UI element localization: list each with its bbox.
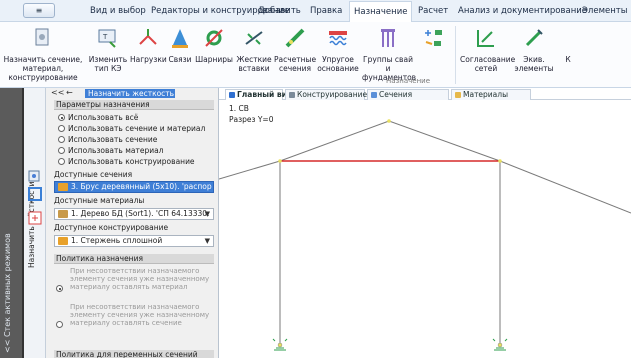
panel-back-button[interactable]: <<	[51, 88, 64, 97]
option-use-all[interactable]: Использовать всё	[58, 113, 138, 122]
design-select[interactable]: 1. Стержень сплошной ▼	[54, 235, 214, 247]
option-section-material[interactable]: Использовать сечение и материал	[58, 124, 205, 133]
radio	[56, 285, 63, 292]
wood-material-icon	[58, 210, 68, 218]
menu-view-select[interactable]: Вид и выбор	[90, 0, 146, 22]
design-label: Доступное конструирование	[54, 223, 169, 232]
menu-analysis[interactable]: Анализ и документирование	[458, 0, 587, 22]
policy-section-header: Политика назначения	[54, 254, 214, 264]
elastic-foundation-button[interactable]: Упругое основание	[316, 22, 360, 88]
policy-keep-section-text: При несоответствии назначаемого элементу…	[70, 303, 210, 327]
assign-panel: << ← Назначить жесткость Параметры назна…	[46, 88, 219, 358]
right-rafter[interactable]	[388, 120, 501, 162]
supports-icon	[172, 29, 188, 48]
supports-button[interactable]: Связи	[166, 22, 194, 88]
hinges-button[interactable]: Шарниры	[194, 22, 234, 88]
loads-button[interactable]: Нагрузки	[130, 22, 167, 88]
frame-icon[interactable]	[27, 186, 43, 202]
radio	[56, 321, 63, 328]
solid-rod-icon	[58, 237, 68, 245]
frame-drawing[interactable]	[219, 88, 631, 358]
option-design[interactable]: Использовать конструирование	[58, 157, 195, 166]
chevron-down-icon[interactable]: ▼	[205, 209, 210, 219]
menu-edit[interactable]: Правка	[310, 0, 342, 22]
stiffness-icon[interactable]	[27, 168, 43, 184]
mesh-matching-button[interactable]: Согласование сетей	[460, 22, 515, 88]
material-select[interactable]: 1. Дерево БД (Sort1). 'СП 64.13330. ▼	[54, 208, 214, 220]
rigid-inserts-button[interactable]: Жесткие вставки	[234, 22, 274, 88]
change-fe-type-icon: T	[98, 29, 116, 48]
menu-add[interactable]: Добавить	[258, 0, 301, 22]
ribbon: Назначить сечение, материал, конструиров…	[0, 22, 631, 88]
menu-assign[interactable]: Назначение	[349, 1, 413, 23]
panel-header: << ← Назначить жесткость	[46, 88, 218, 99]
policy-keep-material-text: При несоответствии назначаемого элементу…	[70, 267, 210, 291]
small-tools-icon	[425, 30, 442, 46]
active-modes-label: << Стек активных режимов	[3, 233, 12, 353]
radio	[58, 125, 65, 132]
active-modes-stack[interactable]: << Стек активных режимов	[0, 88, 24, 358]
menu-bar: ≡ Вид и выбор Редакторы и конструировани…	[0, 0, 631, 23]
equiv-elements-button[interactable]: Экив. элементы	[514, 22, 554, 88]
pile-groups-icon	[381, 29, 395, 47]
section-select[interactable]: 3. Брус деревянный (5x10). 'распор	[54, 181, 214, 193]
menu-calc[interactable]: Расчет	[418, 0, 448, 22]
policy-keep-material[interactable]	[56, 284, 66, 293]
rigid-inserts-icon	[245, 31, 263, 45]
radio	[58, 147, 65, 154]
left-rafter[interactable]	[279, 120, 390, 162]
materials-label: Доступные материалы	[54, 196, 145, 205]
app-menu-button[interactable]: ≡	[23, 3, 55, 18]
mesh-matching-icon	[477, 30, 494, 47]
menu-elements[interactable]: Элементы	[582, 0, 627, 22]
svg-text:T: T	[102, 33, 108, 41]
loads-icon	[139, 29, 157, 45]
assign-section-icon	[35, 28, 49, 46]
design-sections-button[interactable]: Расчетные сечения	[274, 22, 316, 88]
design-sections-icon	[285, 28, 305, 48]
option-section[interactable]: Использовать сечение	[58, 135, 157, 144]
sections-label: Доступные сечения	[54, 170, 133, 179]
timber-section-icon	[58, 183, 68, 191]
ribbon-separator	[455, 26, 456, 84]
params-section-header: Параметры назначения	[54, 100, 214, 110]
elastic-foundation-icon	[329, 31, 347, 46]
panel-title-chip: Назначить жесткость	[85, 89, 175, 98]
equiv-elements-icon	[525, 29, 543, 47]
more-button[interactable]: К	[556, 22, 580, 88]
node[interactable]	[498, 159, 502, 163]
node[interactable]	[278, 159, 282, 163]
model-view-area[interactable]: Главный вид Конструирование Сечения Мате…	[219, 88, 631, 358]
change-fe-type-button[interactable]: T Изменить тип КЭ	[88, 22, 128, 88]
right-eave-line	[499, 160, 631, 214]
settings-icon[interactable]	[27, 210, 43, 226]
node[interactable]	[387, 119, 391, 123]
mode-toolbar: Назначить жёсткости	[24, 88, 46, 358]
panel-nav-arrow[interactable]: ←	[66, 88, 73, 97]
policy2-section-header: Политика для переменных сечений	[54, 350, 214, 358]
hinges-icon	[205, 29, 223, 47]
chevron-down-icon[interactable]: ▼	[205, 236, 210, 246]
radio	[58, 158, 65, 165]
option-material[interactable]: Использовать материал	[58, 146, 163, 155]
radio	[58, 114, 65, 121]
policy-keep-section[interactable]	[56, 320, 66, 329]
left-eave-line	[219, 160, 281, 180]
radio	[58, 136, 65, 143]
ribbon-group-label: Назначение	[386, 77, 431, 85]
assign-section-button[interactable]: Назначить сечение, материал, конструиров…	[0, 22, 86, 88]
